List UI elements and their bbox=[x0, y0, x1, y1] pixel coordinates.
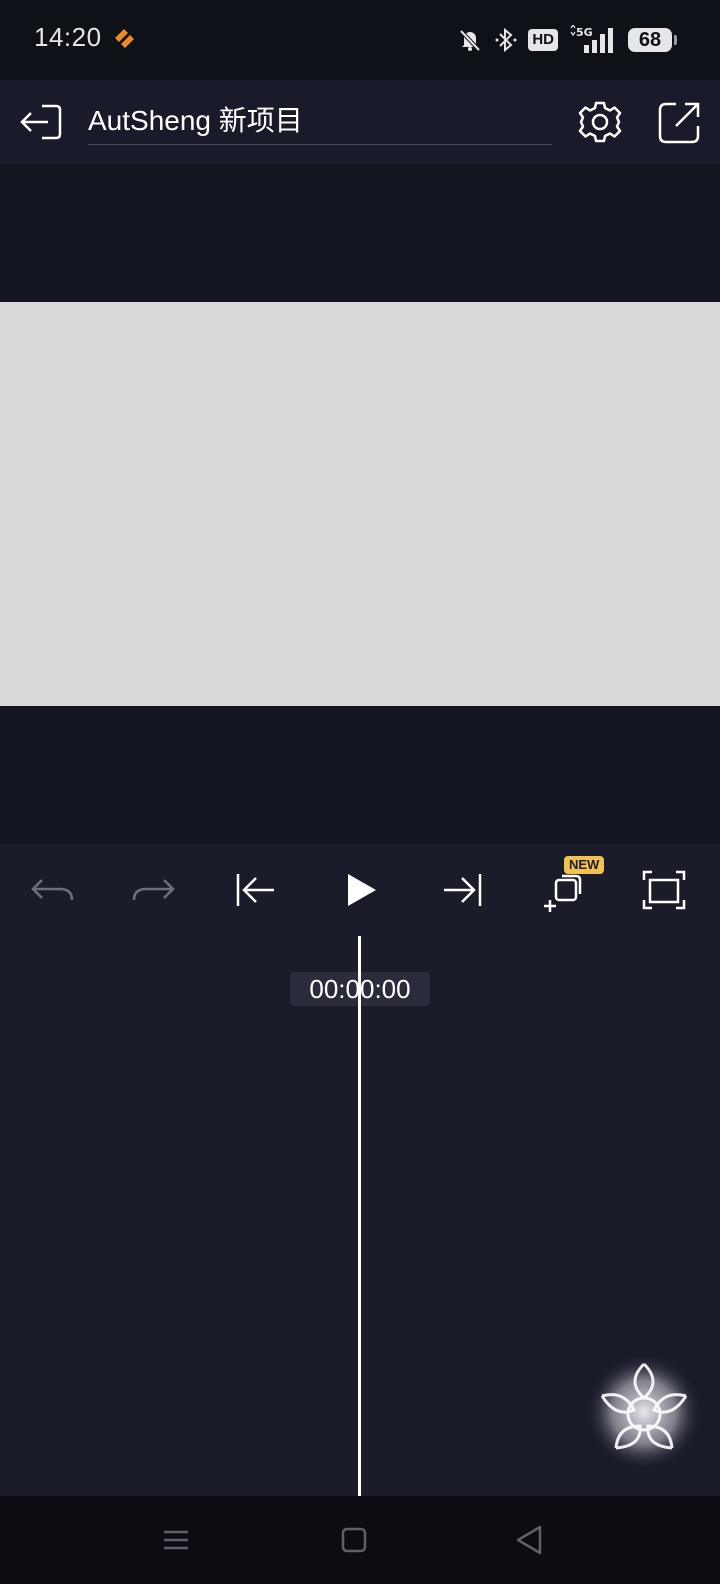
system-nav-bar bbox=[0, 1496, 720, 1584]
playhead[interactable] bbox=[358, 936, 361, 1496]
exit-icon[interactable] bbox=[16, 98, 64, 146]
skip-to-start-icon[interactable] bbox=[232, 866, 280, 914]
undo-icon[interactable] bbox=[28, 866, 76, 914]
network-label: 5G bbox=[576, 26, 593, 39]
bluetooth-icon bbox=[495, 27, 517, 53]
top-toolbar: AutSheng 新项目 bbox=[0, 80, 720, 164]
status-bar: 14:20 HD 5G 68 bbox=[0, 0, 720, 80]
playback-controls bbox=[0, 844, 720, 936]
battery-icon: 68 bbox=[628, 28, 677, 52]
orange-app-icon bbox=[115, 29, 134, 48]
preview-canvas[interactable] bbox=[0, 302, 720, 706]
project-title-input[interactable]: AutSheng 新项目 bbox=[88, 100, 552, 145]
5g-signal-icon: 5G bbox=[570, 25, 613, 53]
redo-icon[interactable] bbox=[130, 866, 178, 914]
play-icon[interactable] bbox=[336, 866, 384, 914]
bell-muted-icon bbox=[459, 29, 481, 52]
hd-icon: HD bbox=[528, 29, 558, 51]
preview-area bbox=[0, 164, 720, 844]
back-icon[interactable] bbox=[508, 1518, 552, 1562]
status-time: 14:20 bbox=[34, 22, 102, 52]
app-screen: 14:20 HD 5G 68 AutSheng 新项目 NEW bbox=[0, 0, 720, 1584]
new-badge: NEW bbox=[564, 856, 605, 874]
floating-assistant-icon[interactable] bbox=[584, 1352, 704, 1472]
home-icon[interactable] bbox=[332, 1518, 376, 1562]
fullscreen-icon[interactable] bbox=[640, 866, 688, 914]
status-icons: HD 5G 68 bbox=[456, 22, 677, 58]
share-external-icon[interactable] bbox=[656, 98, 704, 146]
skip-to-end-icon[interactable] bbox=[438, 866, 486, 914]
gear-icon[interactable] bbox=[576, 98, 624, 146]
menu-icon[interactable] bbox=[154, 1518, 198, 1562]
